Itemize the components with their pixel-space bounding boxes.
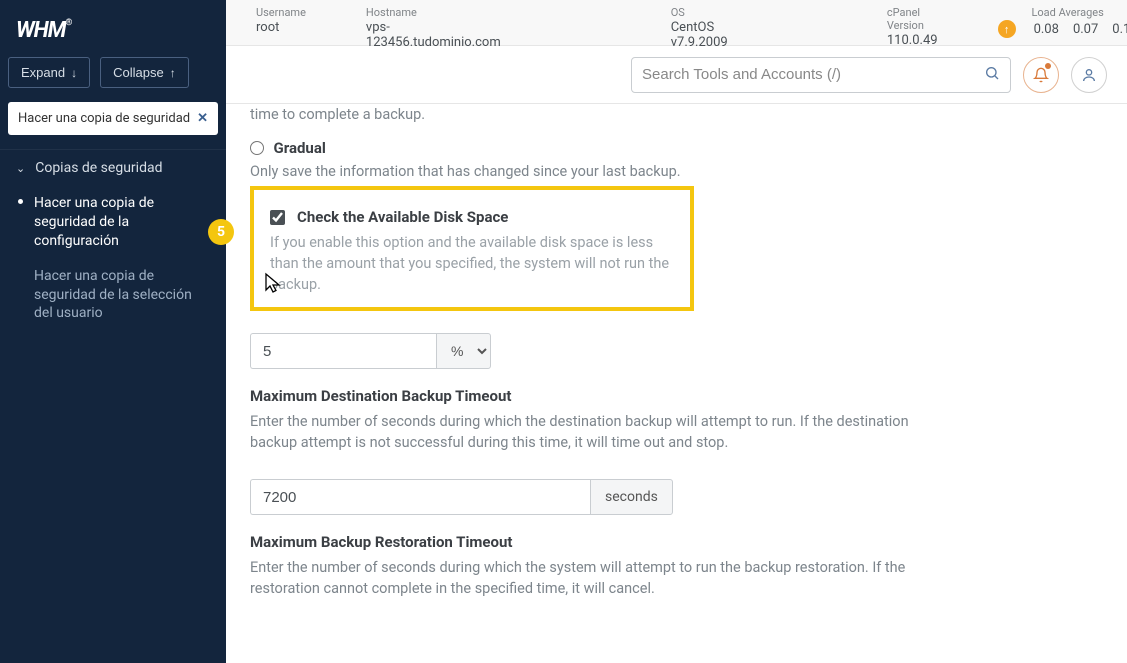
chevron-down-icon: ⌄ (16, 162, 25, 175)
nav-group-backups[interactable]: ⌄ Copias de seguridad (0, 149, 226, 186)
nav-item-backup-user-selection[interactable]: Hacer una copia de seguridad de la selec… (0, 259, 226, 332)
dest-timeout-label: Maximum Destination Backup Timeout (250, 387, 930, 405)
step-callout-5: 5 (208, 219, 234, 245)
whm-logo: WHM® (0, 0, 226, 57)
check-disk-desc: If you enable this option and the availa… (270, 232, 674, 295)
restore-timeout-label: Maximum Backup Restoration Timeout (250, 533, 930, 551)
arrow-up-icon: ↑ (170, 66, 176, 80)
dest-timeout-desc: Enter the number of seconds during which… (250, 411, 930, 453)
disk-space-unit-select[interactable]: % (436, 333, 491, 369)
checkbox-check-disk-label: Check the Available Disk Space (297, 208, 508, 226)
expand-button[interactable]: Expand↓ (8, 57, 90, 88)
radio-gradual[interactable] (250, 141, 264, 155)
user-icon (1081, 67, 1097, 83)
gradual-desc: Only save the information that has chang… (250, 161, 930, 182)
checkbox-check-disk-space[interactable] (270, 210, 285, 225)
highlight-check-disk-space: Check the Available Disk Space If you en… (250, 186, 694, 311)
info-version: cPanel Version 110.0.49 (887, 6, 938, 48)
search-box[interactable] (631, 57, 1011, 93)
restore-timeout-desc: Enter the number of seconds during which… (250, 557, 930, 599)
open-tab-chip[interactable]: Hacer una copia de seguridad ✕ (8, 102, 218, 135)
main-content: time to complete a backup. Gradual Only … (226, 104, 1127, 663)
search-icon[interactable] (984, 65, 1000, 85)
seconds-unit: seconds (590, 479, 673, 515)
complete-backup-desc-tail: time to complete a backup. (250, 104, 930, 125)
bell-icon (1033, 67, 1049, 83)
info-load-averages: Load Averages ↑ 0.08 0.07 0.11 (998, 6, 1127, 38)
user-menu-button[interactable] (1071, 57, 1107, 93)
disk-space-field: % (250, 333, 930, 369)
disk-space-input[interactable] (250, 333, 436, 369)
backup-type-gradual[interactable]: Gradual (250, 139, 930, 157)
sidebar: WHM® Expand↓ Collapse↑ Hacer una copia d… (0, 0, 226, 663)
collapse-button[interactable]: Collapse↑ (100, 57, 189, 88)
info-hostname: Hostname vps-123456.tudominio.com (366, 6, 501, 50)
top-info-bar: Username root Hostname vps-123456.tudomi… (226, 0, 1127, 46)
info-username: Username root (256, 6, 306, 35)
nav-item-backup-config[interactable]: Hacer una copia de seguridad de la confi… (0, 186, 226, 259)
notifications-button[interactable] (1023, 57, 1059, 93)
close-tab-icon[interactable]: ✕ (197, 111, 208, 126)
top-toolbar (226, 46, 1127, 104)
dest-timeout-input[interactable] (250, 479, 590, 515)
arrow-down-icon: ↓ (71, 66, 77, 80)
radio-gradual-label: Gradual (273, 139, 325, 157)
load-up-icon: ↑ (998, 20, 1016, 38)
dest-timeout-field: seconds (250, 479, 930, 515)
search-input[interactable] (642, 66, 984, 83)
